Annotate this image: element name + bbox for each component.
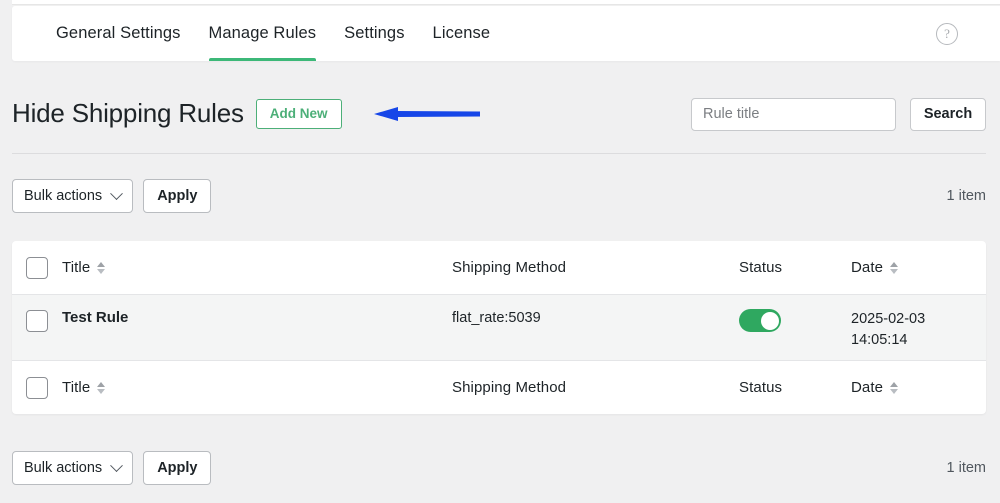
help-glyph: ? xyxy=(944,26,950,41)
row-checkbox[interactable] xyxy=(26,310,48,332)
tab-bar: General Settings Manage Rules Settings L… xyxy=(12,6,1000,61)
header-divider xyxy=(12,153,986,154)
item-count-top: 1 item xyxy=(946,188,987,204)
bulk-actions-bar-top: Bulk actions Apply 1 item xyxy=(12,179,986,213)
tab-manage-rules[interactable]: Manage Rules xyxy=(195,6,331,61)
shipping-method-value: flat_rate:5039 xyxy=(452,310,541,326)
column-label: Status xyxy=(739,258,783,276)
tab-list: General Settings Manage Rules Settings L… xyxy=(12,6,504,61)
page-header: Hide Shipping Rules Add New Search xyxy=(12,86,986,142)
column-label: Shipping Method xyxy=(452,378,567,396)
tab-general-settings[interactable]: General Settings xyxy=(42,6,195,61)
column-header-title[interactable]: Title xyxy=(62,259,452,276)
column-footer-shipping-method: Shipping Method xyxy=(452,379,739,397)
column-label: Date xyxy=(851,379,884,396)
column-label: Date xyxy=(851,259,884,276)
tab-settings[interactable]: Settings xyxy=(330,6,418,61)
apply-button-bottom[interactable]: Apply xyxy=(143,451,212,485)
column-footer-status: Status xyxy=(739,379,851,397)
date-line-2: 14:05:14 xyxy=(851,332,908,349)
sort-arrows-icon[interactable] xyxy=(890,261,899,274)
bulk-actions-label: Bulk actions xyxy=(24,460,103,476)
column-header-shipping-method: Shipping Method xyxy=(452,259,739,277)
table-row[interactable]: Test Rule flat_rate:5039 2025-02-03 14:0… xyxy=(12,295,986,360)
sort-arrows-icon[interactable] xyxy=(97,261,106,274)
search-button[interactable]: Search xyxy=(910,97,986,131)
tab-label: License xyxy=(432,24,491,42)
column-label: Title xyxy=(62,259,91,276)
column-footer-date[interactable]: Date xyxy=(851,379,962,396)
table-header-row: Title Shipping Method Status Date xyxy=(12,241,986,295)
tab-label: Settings xyxy=(344,24,405,42)
toggle-knob xyxy=(760,311,779,330)
add-new-button[interactable]: Add New xyxy=(255,98,342,130)
column-label: Status xyxy=(739,378,783,396)
bulk-actions-select-bottom[interactable]: Bulk actions xyxy=(12,451,134,485)
tab-label: Manage Rules xyxy=(208,24,317,42)
item-count-bottom: 1 item xyxy=(946,460,987,476)
chevron-down-icon xyxy=(110,458,124,472)
help-area: ? xyxy=(936,6,1000,61)
tab-label: General Settings xyxy=(56,24,181,42)
column-label: Title xyxy=(62,379,91,396)
select-all-checkbox-top[interactable] xyxy=(26,256,48,279)
column-header-status: Status xyxy=(739,259,851,277)
status-toggle[interactable] xyxy=(739,309,781,332)
select-all-checkbox-bottom[interactable] xyxy=(26,376,48,399)
cell-date: 2025-02-03 14:05:14 xyxy=(851,309,962,351)
column-header-date[interactable]: Date xyxy=(851,259,962,276)
search-group: Search xyxy=(691,97,986,131)
date-line-1: 2025-02-03 xyxy=(851,311,926,327)
bulk-actions-select-top[interactable]: Bulk actions xyxy=(12,179,134,213)
column-label: Shipping Method xyxy=(452,258,567,276)
annotation-arrow-left-icon xyxy=(372,100,482,128)
sort-arrows-icon[interactable] xyxy=(890,381,899,394)
apply-button-top[interactable]: Apply xyxy=(143,179,212,213)
date-value: 2025-02-03 14:05:14 xyxy=(851,309,925,351)
column-footer-title[interactable]: Title xyxy=(62,379,452,396)
page-title: Hide Shipping Rules xyxy=(12,98,244,129)
sort-arrows-icon[interactable] xyxy=(97,381,106,394)
cell-title: Test Rule xyxy=(62,309,452,326)
chevron-down-icon xyxy=(110,186,124,200)
table-footer-row: Title Shipping Method Status Date xyxy=(12,360,986,414)
rules-table: Title Shipping Method Status Date Test R… xyxy=(12,241,986,414)
help-circle-icon[interactable]: ? xyxy=(936,22,958,45)
cell-status xyxy=(739,309,851,332)
search-input[interactable] xyxy=(691,97,896,131)
tab-license[interactable]: License xyxy=(419,6,505,61)
bulk-actions-label: Bulk actions xyxy=(24,188,103,204)
top-edge-strip xyxy=(12,0,1000,5)
rule-title[interactable]: Test Rule xyxy=(62,309,128,326)
cell-shipping-method: flat_rate:5039 xyxy=(452,309,739,327)
bulk-actions-bar-bottom: Bulk actions Apply 1 item xyxy=(12,451,986,485)
